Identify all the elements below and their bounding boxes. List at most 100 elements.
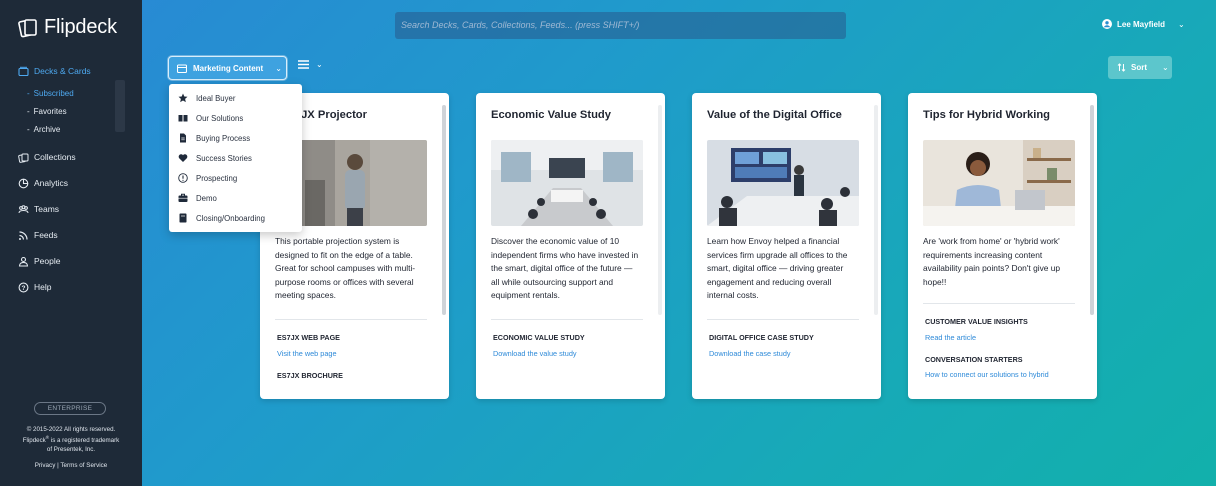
- card-link[interactable]: Visit the web page: [277, 349, 337, 358]
- user-avatar-icon: [1102, 19, 1112, 29]
- sort-button[interactable]: Sort ⌄: [1108, 56, 1172, 79]
- card-description: Are 'work from home' or 'hybrid work' re…: [923, 236, 1061, 287]
- content-card[interactable]: Value of the Digital Office Learn how En…: [692, 93, 881, 399]
- deck-selector-button[interactable]: Marketing Content ⌄: [168, 56, 287, 80]
- sidebar-item-label: Decks & Cards: [34, 66, 91, 76]
- decks-icon: [18, 66, 29, 77]
- sidebar-scrollbar[interactable]: [115, 80, 125, 132]
- book-icon: [177, 113, 188, 124]
- card-section-label: DIGITAL OFFICE CASE STUDY: [709, 333, 814, 342]
- content-card[interactable]: Tips for Hybrid Working Are 'work from h…: [908, 93, 1097, 399]
- sidebar-item-label: Analytics: [34, 178, 69, 188]
- menu-item-prospecting[interactable]: Prospecting: [169, 168, 302, 188]
- divider: [491, 319, 643, 320]
- subitem-label: Subscribed: [33, 88, 74, 98]
- card-title: Value of the Digital Office: [707, 109, 842, 121]
- menu-item-label: Demo: [196, 193, 217, 203]
- briefcase-icon: [177, 193, 188, 204]
- menu-item-label: Ideal Buyer: [196, 93, 236, 103]
- menu-item-closing-onboarding[interactable]: Closing/Onboarding: [169, 208, 302, 228]
- sidebar: Flipdeck Decks & Cards - Subscribed - Favo…: [0, 0, 142, 486]
- sidebar-item-teams[interactable]: Teams: [0, 196, 142, 222]
- company-line: of Presentek, Inc.: [46, 445, 96, 453]
- sidebar-item-label: Help: [34, 282, 52, 292]
- deck-selector-label: Marketing Content: [193, 63, 264, 73]
- notebook-icon: [177, 213, 188, 224]
- user-name: Lee Mayfield: [1117, 19, 1166, 29]
- card-scrollbar[interactable]: [442, 105, 446, 315]
- copyright-notice: © 2015-2022 All rights reserved. Flipdec…: [0, 426, 142, 454]
- view-toggle-button[interactable]: ⌄: [298, 60, 323, 69]
- legal-links: Privacy | Terms of Service: [0, 462, 142, 469]
- chevron-down-icon: ⌄: [1162, 63, 1169, 72]
- card-link[interactable]: Download the case study: [709, 349, 791, 358]
- feeds-icon: [18, 230, 29, 241]
- card-image: [923, 140, 1075, 226]
- sort-label: Sort: [1131, 63, 1147, 72]
- plan-badge: ENTERPRISE: [34, 402, 106, 415]
- deck-icon: [177, 63, 187, 73]
- copyright-line: © 2015-2022 All rights reserved.: [26, 426, 116, 433]
- card-description: Learn how Envoy helped a financial servi…: [707, 236, 848, 300]
- sidebar-item-people[interactable]: People: [0, 248, 142, 274]
- sidebar-item-label: People: [34, 256, 61, 266]
- card-section-label: CUSTOMER VALUE INSIGHTS: [925, 317, 1028, 326]
- menu-item-buying-process[interactable]: Buying Process: [169, 128, 302, 148]
- menu-item-label: Prospecting: [196, 173, 238, 183]
- menu-item-success-stories[interactable]: Success Stories: [169, 148, 302, 168]
- card-scrollbar[interactable]: [874, 105, 878, 315]
- card-section-label: CONVERSATION STARTERS: [925, 355, 1023, 364]
- card-section-label: ECONOMIC VALUE STUDY: [493, 333, 585, 342]
- menu-item-label: Our Solutions: [196, 113, 244, 123]
- card-title: Tips for Hybrid Working: [923, 109, 1051, 121]
- card-scrollbar[interactable]: [1090, 105, 1094, 315]
- card-link[interactable]: Read the article: [925, 333, 976, 342]
- document-icon: [177, 133, 188, 144]
- search-input[interactable]: Search Decks, Cards, Collections, Feeds.…: [395, 12, 846, 39]
- menu-item-demo[interactable]: Demo: [169, 188, 302, 208]
- subitem-label: Favorites: [33, 106, 67, 116]
- content-card[interactable]: Economic Value Study Discover the econom…: [476, 93, 665, 399]
- sidebar-item-label: Feeds: [34, 230, 58, 240]
- sidebar-item-analytics[interactable]: Analytics: [0, 170, 142, 196]
- user-menu[interactable]: Lee Mayfield ⌄: [1102, 19, 1185, 29]
- card-title: Economic Value Study: [491, 109, 611, 121]
- card-image: [707, 140, 859, 226]
- svg-text:?: ?: [22, 285, 26, 292]
- chevron-down-icon: ⌄: [316, 60, 323, 69]
- menu-item-our-solutions[interactable]: Our Solutions: [169, 108, 302, 128]
- card-section-label: ES7JX WEB PAGE: [277, 333, 340, 342]
- list-view-icon: [298, 60, 309, 69]
- privacy-link[interactable]: Privacy: [35, 462, 56, 469]
- menu-item-ideal-buyer[interactable]: Ideal Buyer: [169, 88, 302, 108]
- alert-icon: [177, 173, 188, 184]
- sidebar-item-help[interactable]: ? Help: [0, 274, 142, 300]
- subitem-label: Archive: [33, 124, 61, 134]
- card-image: [491, 140, 643, 226]
- terms-link[interactable]: Terms of Service: [60, 462, 107, 469]
- sidebar-item-label: Teams: [34, 204, 60, 214]
- card-scrollbar[interactable]: [658, 105, 662, 315]
- flipdeck-logo-icon: [18, 18, 37, 37]
- app-logo[interactable]: Flipdeck: [18, 16, 117, 39]
- help-icon: ?: [18, 282, 29, 293]
- chevron-down-icon: ⌄: [275, 63, 282, 73]
- chevron-down-icon: ⌄: [1178, 19, 1185, 29]
- teams-icon: [18, 204, 29, 215]
- collections-icon: [18, 152, 29, 163]
- card-link[interactable]: How to connect our solutions to hybrid: [925, 370, 1049, 379]
- menu-item-label: Buying Process: [196, 133, 251, 143]
- card-description: Discover the economic value of 10 indepe…: [491, 236, 639, 300]
- star-icon: [177, 93, 188, 104]
- people-icon: [18, 256, 29, 267]
- card-link[interactable]: Download the value study: [493, 349, 577, 358]
- app-name: Flipdeck: [44, 16, 117, 38]
- sidebar-item-collections[interactable]: Collections: [0, 144, 142, 170]
- card-section-label: ES7JX BROCHURE: [277, 371, 343, 380]
- sidebar-item-feeds[interactable]: Feeds: [0, 222, 142, 248]
- trademark-line: Flipdeck® is a registered trademark: [22, 435, 120, 445]
- deck-dropdown-menu: Ideal Buyer Our Solutions Buying Process…: [169, 84, 302, 232]
- card-description: This portable projection system is desig…: [275, 236, 416, 300]
- menu-item-label: Success Stories: [196, 153, 252, 163]
- menu-item-label: Closing/Onboarding: [196, 213, 265, 223]
